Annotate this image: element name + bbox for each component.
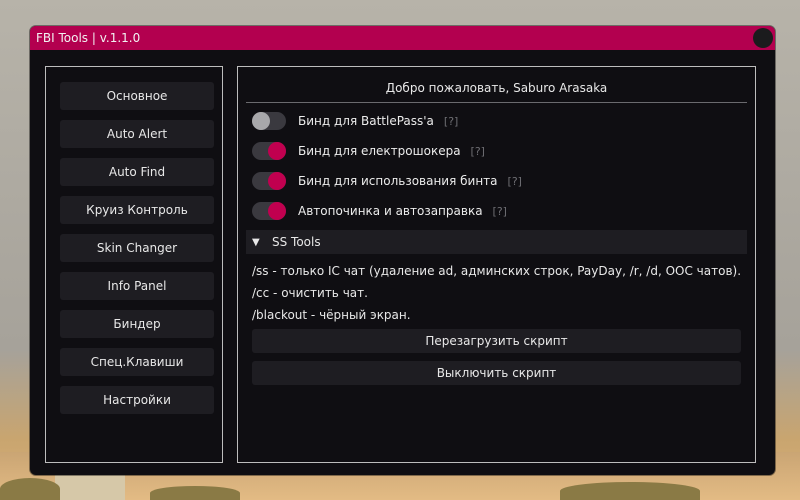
- collapse-arrow-icon: ▼: [252, 236, 260, 248]
- sidebar-item-info-panel[interactable]: Info Panel: [60, 272, 214, 300]
- title-bar[interactable]: FBI Tools | v.1.1.0: [30, 26, 775, 50]
- sidebar-item-label: Настройки: [103, 393, 171, 407]
- sidebar-item-settings[interactable]: Настройки: [60, 386, 214, 414]
- toggle-knob: [268, 202, 286, 220]
- sidebar-item-label: Auto Find: [108, 165, 166, 179]
- sidebar-item-binder[interactable]: Биндер: [60, 310, 214, 338]
- background-bush: [150, 486, 240, 500]
- battlepass-bind-toggle[interactable]: [252, 112, 286, 130]
- help-marker[interactable]: [?]: [508, 175, 522, 188]
- sidebar-item-label: Круиз Контроль: [86, 203, 188, 217]
- window-title: FBI Tools | v.1.1.0: [36, 31, 141, 45]
- welcome-text: Добро пожаловать, Saburo Arasaka: [385, 81, 608, 95]
- background-bush: [0, 478, 60, 500]
- sidebar-item-special-keys[interactable]: Спец.Клавиши: [60, 348, 214, 376]
- sidebar-item-label: Info Panel: [107, 279, 167, 293]
- sidebar-item-label: Auto Alert: [106, 127, 168, 141]
- toggle-row-taser: Бинд для електрошокера [?]: [252, 140, 485, 162]
- toggle-label: Бинд для BattlePass'a: [298, 114, 434, 128]
- command-description: /ss - только IC чат (удаление ad, админс…: [252, 264, 742, 278]
- toggle-label: Бинд для использования бинта: [298, 174, 498, 188]
- toggle-label: Автопочинка и автозаправка: [298, 204, 483, 218]
- sidebar-item-skin-changer[interactable]: Skin Changer: [60, 234, 214, 262]
- toggle-knob: [268, 172, 286, 190]
- divider: [246, 102, 747, 103]
- sidebar-item-auto-find[interactable]: Auto Find: [60, 158, 214, 186]
- sidebar-item-label: Биндер: [113, 317, 161, 331]
- sidebar-item-main[interactable]: Основное: [60, 82, 214, 110]
- background-building: [55, 472, 125, 500]
- sidebar-item-cruise-control[interactable]: Круиз Контроль: [60, 196, 214, 224]
- bandage-bind-toggle[interactable]: [252, 172, 286, 190]
- help-marker[interactable]: [?]: [493, 205, 507, 218]
- toggle-row-battlepass: Бинд для BattlePass'a [?]: [252, 110, 458, 132]
- sidebar-item-label: Спец.Клавиши: [90, 355, 184, 369]
- command-description: /blackout - чёрный экран.: [252, 308, 411, 322]
- toggle-label: Бинд для електрошокера: [298, 144, 461, 158]
- sidebar-item-label: Skin Changer: [96, 241, 178, 255]
- main-panel: Добро пожаловать, Saburo Arasaka Бинд дл…: [237, 66, 756, 463]
- fbi-tools-window: FBI Tools | v.1.1.0 Основное Auto Alert …: [30, 26, 775, 475]
- sidebar-item-auto-alert[interactable]: Auto Alert: [60, 120, 214, 148]
- toggle-row-bandage: Бинд для использования бинта [?]: [252, 170, 522, 192]
- help-marker[interactable]: [?]: [471, 145, 485, 158]
- ss-tools-section-header[interactable]: ▼ SS Tools: [246, 230, 747, 254]
- toggle-knob: [268, 142, 286, 160]
- taser-bind-toggle[interactable]: [252, 142, 286, 160]
- command-description: /cc - очистить чат.: [252, 286, 368, 300]
- close-button[interactable]: [753, 28, 773, 48]
- reload-script-button[interactable]: Перезагрузить скрипт: [252, 329, 741, 353]
- sidebar-item-label: Основное: [106, 89, 168, 103]
- sidebar: Основное Auto Alert Auto Find Круиз Конт…: [45, 66, 223, 463]
- background-bush: [560, 482, 700, 500]
- autorepair-toggle[interactable]: [252, 202, 286, 220]
- section-title: SS Tools: [272, 235, 321, 249]
- toggle-row-autorepair: Автопочинка и автозаправка [?]: [252, 200, 507, 222]
- disable-script-button[interactable]: Выключить скрипт: [252, 361, 741, 385]
- help-marker[interactable]: [?]: [444, 115, 458, 128]
- toggle-knob: [252, 112, 270, 130]
